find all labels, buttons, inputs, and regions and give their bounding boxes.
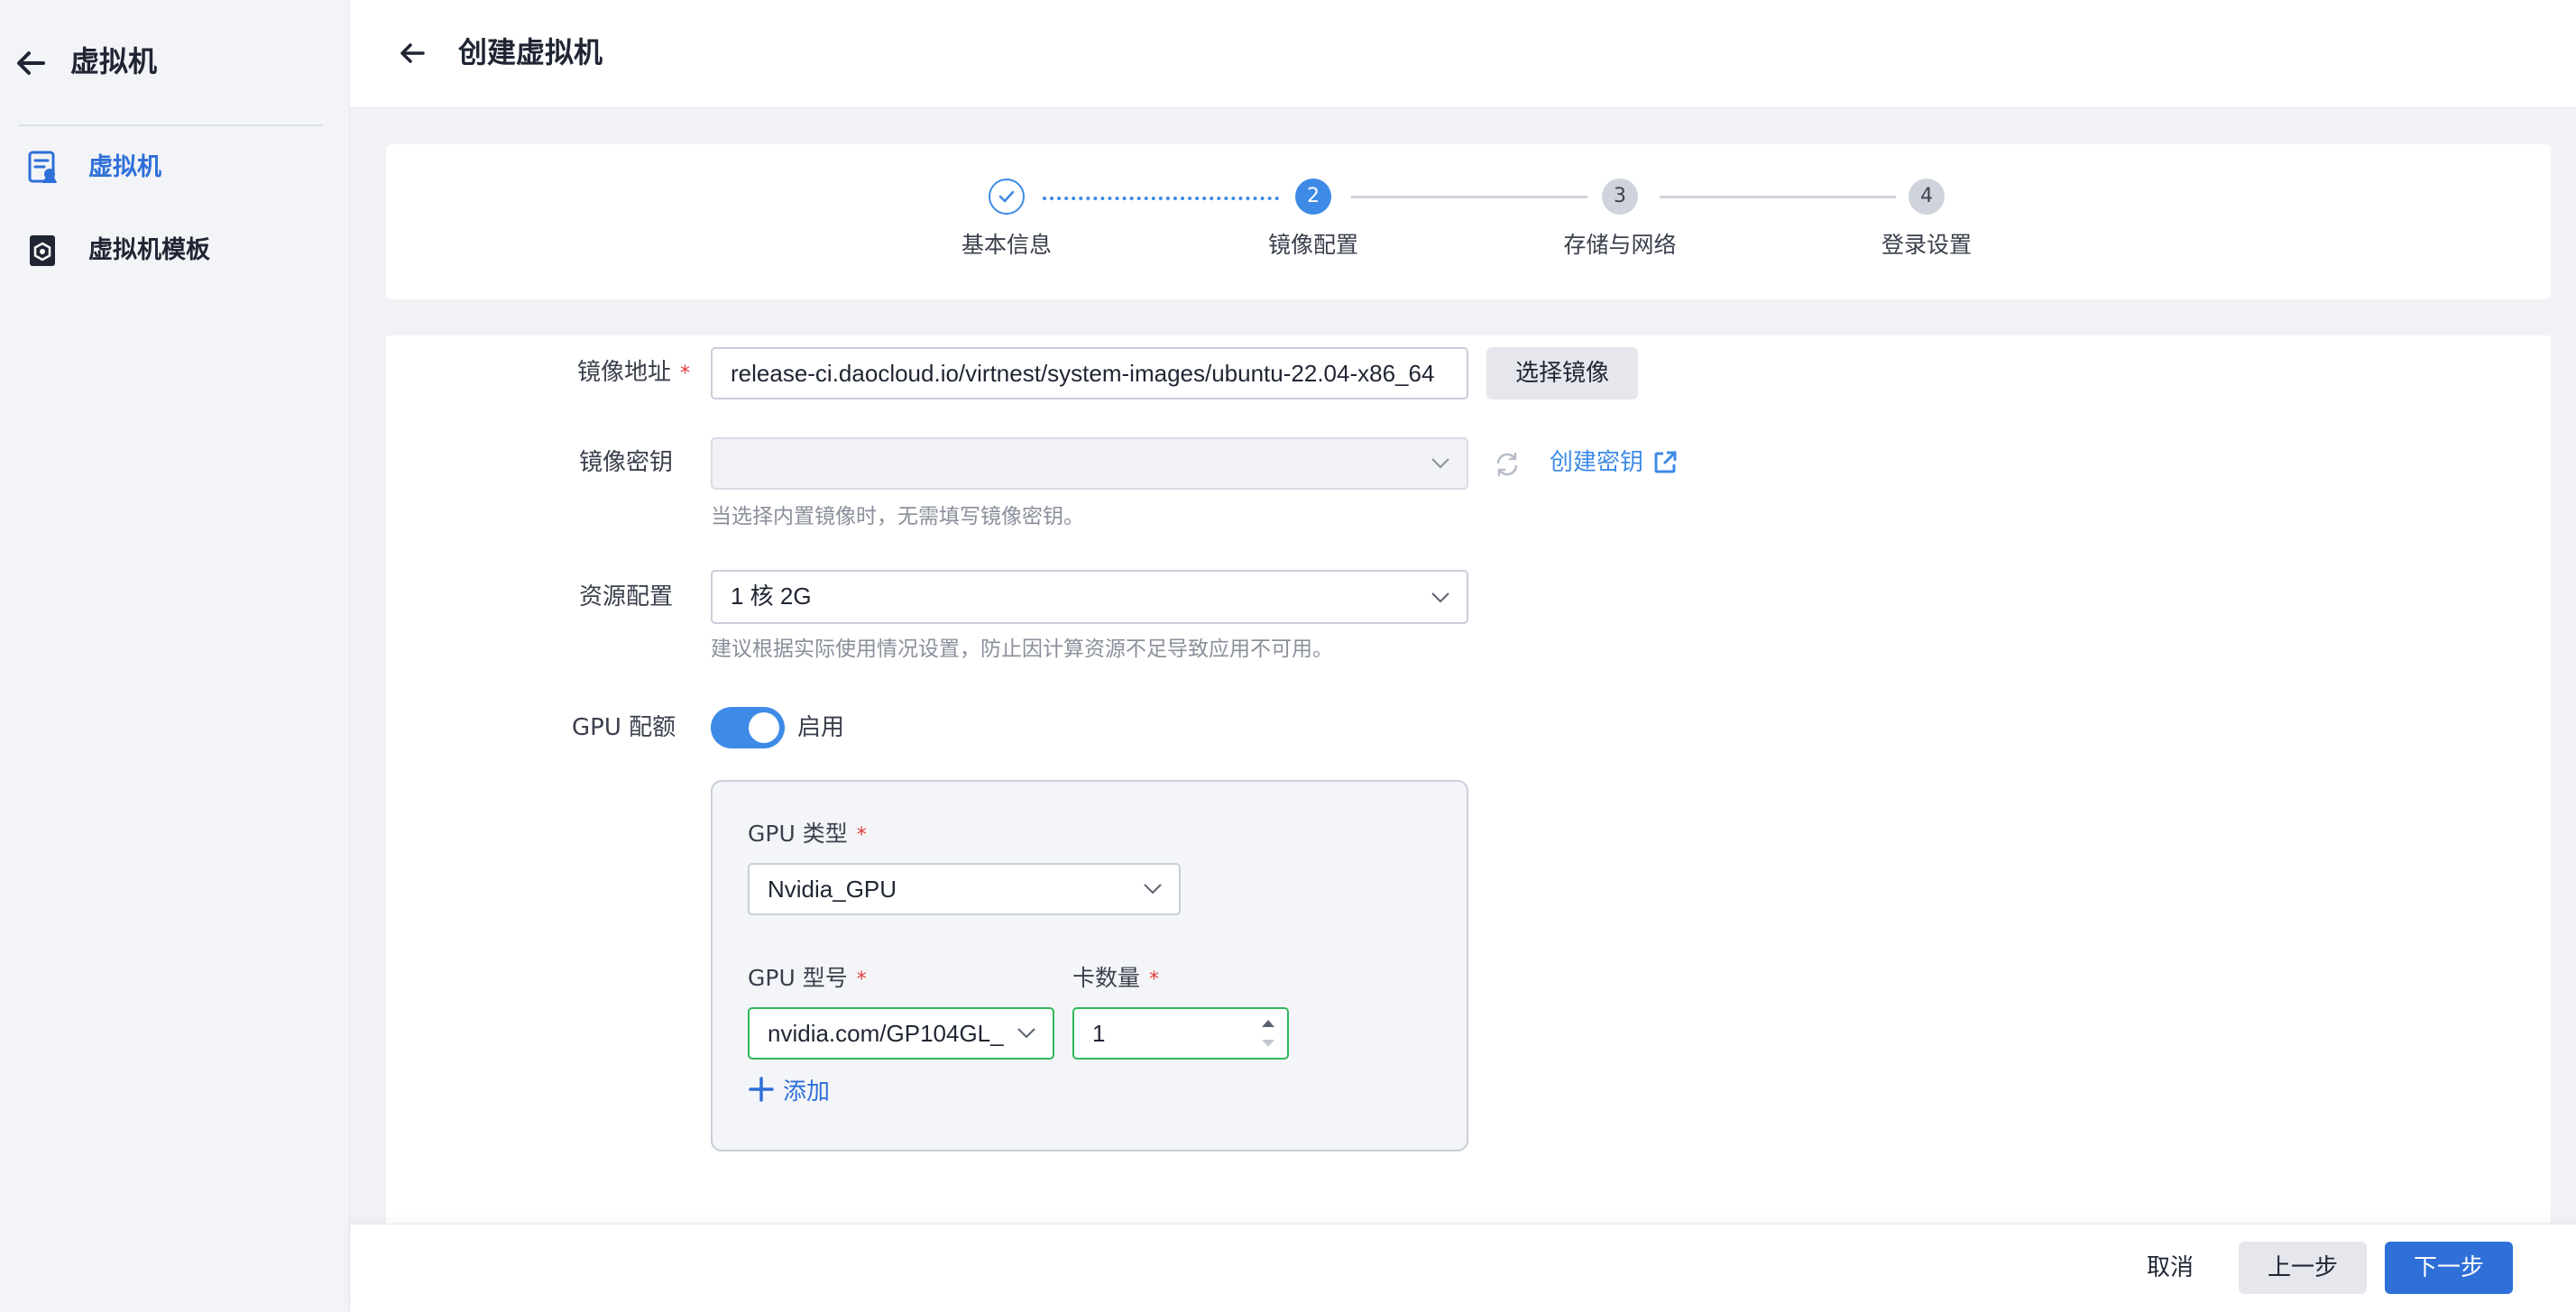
sidebar-item-vm[interactable]: 虚拟机 xyxy=(0,132,350,204)
link-label: 创建密钥 xyxy=(1550,449,1644,476)
chevron-down-icon xyxy=(1431,592,1450,604)
image-address-input[interactable]: release-ci.daocloud.io/virtnest/system-i… xyxy=(711,347,1468,399)
input-value: Nvidia_GPU xyxy=(768,876,897,903)
image-address-label: 镜像地址 * xyxy=(577,354,690,392)
step-number: 2 xyxy=(1295,179,1331,215)
add-gpu-button[interactable]: 添加 xyxy=(783,1074,830,1110)
check-icon xyxy=(989,179,1025,215)
chevron-down-icon xyxy=(1017,1027,1036,1040)
cancel-button[interactable]: 取消 xyxy=(2147,1242,2194,1294)
required-mark: * xyxy=(856,968,867,991)
refresh-icon[interactable] xyxy=(1491,448,1523,481)
step-basic-info: 基本信息 xyxy=(916,179,1097,278)
sidebar-item-vm-template[interactable]: 虚拟机模板 xyxy=(0,215,350,287)
card-count-stepper[interactable]: 1 xyxy=(1072,1007,1289,1060)
back-arrow-icon[interactable] xyxy=(13,45,49,81)
required-mark: * xyxy=(680,362,691,385)
external-link-icon[interactable] xyxy=(1652,450,1678,475)
gpu-model-select[interactable]: nvidia.com/GP104GL_ xyxy=(748,1007,1054,1060)
plus-icon[interactable] xyxy=(748,1076,775,1103)
stepper-arrows-icon[interactable] xyxy=(1258,1014,1278,1052)
gpu-quota-label: GPU 配额 xyxy=(572,714,676,741)
field-label: 卡数量 xyxy=(1072,965,1141,991)
prev-step-button[interactable]: 上一步 xyxy=(2239,1242,2367,1294)
input-value: 1 核 2G xyxy=(731,583,812,610)
chevron-down-icon xyxy=(1431,457,1450,470)
sidebar-item-label: 虚拟机模板 xyxy=(88,236,210,264)
card-count-label: 卡数量 * xyxy=(1072,962,1159,996)
link-label: 添加 xyxy=(783,1078,831,1106)
step-label: 存储与网络 xyxy=(1563,232,1677,258)
sidebar-item-label: 虚拟机 xyxy=(88,153,161,181)
step-number: 4 xyxy=(1909,179,1945,215)
back-arrow-icon[interactable] xyxy=(395,36,429,70)
resource-label: 资源配置 xyxy=(579,583,674,610)
divider xyxy=(18,124,323,126)
toggle-text: 启用 xyxy=(797,714,845,741)
page-title: 创建虚拟机 xyxy=(458,35,603,69)
gpu-type-select[interactable]: Nvidia_GPU xyxy=(748,863,1181,915)
chevron-down-icon xyxy=(1143,883,1163,895)
resource-select[interactable]: 1 核 2G xyxy=(711,570,1468,624)
required-mark: * xyxy=(1149,968,1160,991)
image-secret-label: 镜像密钥 xyxy=(579,449,674,476)
sidebar-title: 虚拟机 xyxy=(70,44,158,78)
field-label: GPU 型号 xyxy=(748,965,848,991)
vm-icon xyxy=(27,150,60,186)
gpu-model-label: GPU 型号 * xyxy=(748,962,867,996)
vm-template-icon xyxy=(27,233,60,269)
input-value: release-ci.daocloud.io/virtnest/system-i… xyxy=(731,360,1435,387)
input-value: 1 xyxy=(1092,1020,1106,1047)
field-label: GPU 类型 xyxy=(748,821,848,847)
step-storage-network: 3 存储与网络 xyxy=(1530,179,1710,278)
create-secret-link[interactable]: 创建密钥 xyxy=(1550,445,1643,481)
step-label: 登录设置 xyxy=(1881,232,1972,258)
step-login-settings: 4 登录设置 xyxy=(1836,179,2017,278)
field-label: 镜像地址 xyxy=(577,359,672,386)
input-value: nvidia.com/GP104GL_ xyxy=(768,1020,1004,1047)
step-number: 3 xyxy=(1602,179,1638,215)
image-secret-select[interactable] xyxy=(711,437,1468,490)
required-mark: * xyxy=(856,824,867,847)
resource-hint: 建议根据实际使用情况设置，防止因计算资源不足导致应用不可用。 xyxy=(711,638,1333,661)
next-step-button[interactable]: 下一步 xyxy=(2385,1242,2513,1294)
steps-card: 基本信息 2 镜像配置 3 存储与网络 4 登录设置 xyxy=(386,144,2551,299)
gpu-type-label: GPU 类型 * xyxy=(748,818,867,852)
toggle-knob xyxy=(749,712,779,743)
footer-bar: 取消 上一步 下一步 xyxy=(350,1224,2576,1312)
step-label: 镜像配置 xyxy=(1267,232,1358,258)
image-secret-hint: 当选择内置镜像时，无需填写镜像密钥。 xyxy=(711,505,1084,528)
sidebar: 虚拟机 虚拟机 虚拟机模板 xyxy=(0,0,350,1312)
step-label: 基本信息 xyxy=(961,232,1052,258)
page-header: 创建虚拟机 xyxy=(350,0,2576,108)
sidebar-header: 虚拟机 xyxy=(0,0,350,124)
select-image-button[interactable]: 选择镜像 xyxy=(1486,347,1638,399)
gpu-toggle[interactable] xyxy=(711,707,785,748)
step-image-config: 2 镜像配置 xyxy=(1223,179,1403,278)
